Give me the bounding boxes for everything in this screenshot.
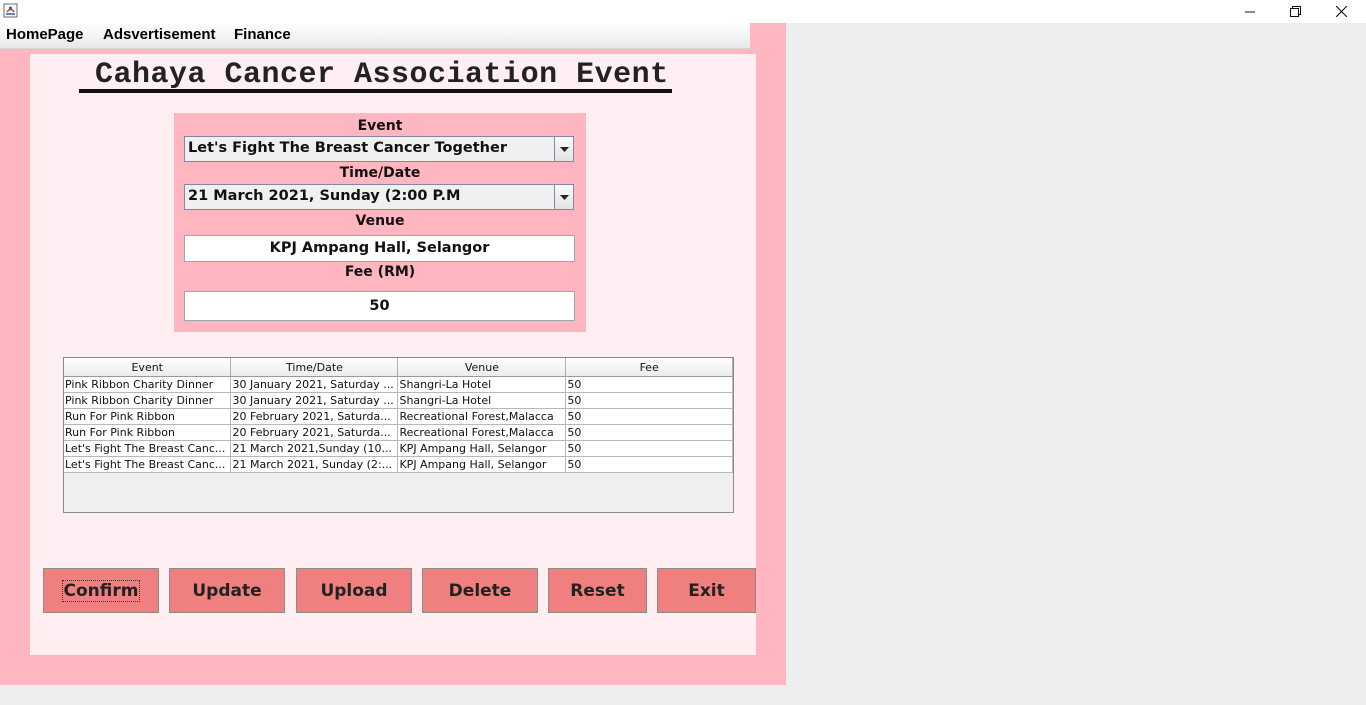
- minimize-icon: [1245, 11, 1255, 12]
- chevron-down-icon: [559, 146, 569, 152]
- confirm-button-label: Confirm: [61, 579, 141, 602]
- close-button[interactable]: [1318, 0, 1364, 23]
- menu-advertisement[interactable]: Adsvertisement: [103, 26, 216, 43]
- table-cell[interactable]: Let's Fight The Breast Canc...: [64, 456, 232, 473]
- table-cell[interactable]: KPJ Ampang Hall, Selangor: [397, 456, 567, 473]
- upload-button[interactable]: Upload: [296, 568, 412, 613]
- table-cell[interactable]: 30 January 2021, Saturday ...: [230, 392, 399, 409]
- upload-button-label: Upload: [320, 580, 388, 601]
- column-header-venue[interactable]: Venue: [397, 358, 567, 377]
- menu-finance[interactable]: Finance: [234, 26, 291, 43]
- table-row[interactable]: Run For Pink Ribbon 20 February 2021, Sa…: [64, 424, 733, 441]
- table-cell[interactable]: Run For Pink Ribbon: [64, 408, 232, 425]
- table-cell[interactable]: 50: [565, 424, 733, 441]
- menu-homepage[interactable]: HomePage: [6, 26, 84, 43]
- events-table-scrollpane[interactable]: Event Time/Date Venue Fee Pink Ribbon Ch…: [63, 357, 734, 513]
- exit-button[interactable]: Exit: [657, 568, 756, 613]
- table-cell[interactable]: 50: [565, 392, 733, 409]
- table-cell[interactable]: Recreational Forest,Malacca: [397, 424, 567, 441]
- column-header-fee[interactable]: Fee: [565, 358, 733, 377]
- restore-button[interactable]: [1272, 0, 1318, 23]
- time-date-dropdown-arrow[interactable]: [554, 185, 573, 209]
- table-cell[interactable]: 20 February 2021, Saturda...: [230, 424, 399, 441]
- time-date-dropdown-value: 21 March 2021, Sunday (2:00 P.M: [188, 188, 461, 204]
- table-cell[interactable]: 21 March 2021,Sunday (10...: [230, 440, 399, 457]
- time-date-label: Time/Date: [339, 165, 421, 181]
- fee-label: Fee (RM): [344, 264, 416, 280]
- fee-field[interactable]: 50: [184, 291, 575, 321]
- exit-button-label: Exit: [688, 580, 725, 601]
- table-cell[interactable]: 21 March 2021, Sunday (2:...: [230, 456, 399, 473]
- page-title: Cahaya Cancer Association Event: [95, 58, 669, 92]
- update-button[interactable]: Update: [169, 568, 285, 613]
- close-icon: [1335, 6, 1347, 17]
- reset-button[interactable]: Reset: [548, 568, 647, 613]
- table-row[interactable]: Pink Ribbon Charity Dinner 30 January 20…: [64, 376, 733, 393]
- table-cell[interactable]: 50: [565, 456, 733, 473]
- title-underline: [79, 89, 672, 93]
- delete-button[interactable]: Delete: [422, 568, 538, 613]
- table-cell[interactable]: Run For Pink Ribbon: [64, 424, 232, 441]
- window-title-bar: [0, 0, 1366, 23]
- column-header-event[interactable]: Event: [64, 358, 232, 377]
- table-cell[interactable]: 50: [565, 440, 733, 457]
- table-cell[interactable]: Pink Ribbon Charity Dinner: [64, 392, 232, 409]
- table-cell[interactable]: 50: [565, 376, 733, 393]
- event-label: Event: [357, 118, 403, 134]
- table-cell[interactable]: Shangri-La Hotel: [397, 392, 567, 409]
- table-cell[interactable]: Let's Fight The Breast Canc...: [64, 440, 232, 457]
- update-button-label: Update: [192, 580, 262, 601]
- java-app-icon: [3, 3, 18, 18]
- column-header-time-date[interactable]: Time/Date: [230, 358, 399, 377]
- time-date-dropdown[interactable]: 21 March 2021, Sunday (2:00 P.M: [184, 184, 574, 210]
- chevron-down-icon: [559, 194, 569, 200]
- confirm-button[interactable]: Confirm: [43, 568, 159, 613]
- venue-label: Venue: [355, 213, 405, 229]
- table-row[interactable]: Run For Pink Ribbon 20 February 2021, Sa…: [64, 408, 733, 425]
- minimize-button[interactable]: [1227, 0, 1273, 23]
- main-panel: Cahaya Cancer Association Event Event Le…: [30, 54, 756, 655]
- table-cell[interactable]: Recreational Forest,Malacca: [397, 408, 567, 425]
- event-form: Event Let's Fight The Breast Cancer Toge…: [174, 113, 586, 332]
- menu-bar: HomePage Adsvertisement Finance: [0, 23, 750, 48]
- table-cell[interactable]: KPJ Ampang Hall, Selangor: [397, 440, 567, 457]
- table-row[interactable]: Pink Ribbon Charity Dinner 30 January 20…: [64, 392, 733, 409]
- table-cell[interactable]: 20 February 2021, Saturda...: [230, 408, 399, 425]
- table-header-row: Event Time/Date Venue Fee: [64, 358, 733, 377]
- restore-icon: [1289, 6, 1301, 17]
- delete-button-label: Delete: [448, 580, 512, 601]
- table-cell[interactable]: 50: [565, 408, 733, 425]
- table-row[interactable]: Let's Fight The Breast Canc... 21 March …: [64, 456, 733, 473]
- event-dropdown-value: Let's Fight The Breast Cancer Together: [188, 140, 507, 156]
- reset-button-label: Reset: [570, 580, 625, 601]
- event-dropdown[interactable]: Let's Fight The Breast Cancer Together: [184, 136, 574, 162]
- event-dropdown-arrow[interactable]: [554, 137, 573, 161]
- table-row[interactable]: Let's Fight The Breast Canc... 21 March …: [64, 440, 733, 457]
- table-cell[interactable]: 30 January 2021, Saturday ...: [230, 376, 399, 393]
- table-cell[interactable]: Pink Ribbon Charity Dinner: [64, 376, 232, 393]
- events-table: Event Time/Date Venue Fee Pink Ribbon Ch…: [64, 358, 733, 473]
- venue-field[interactable]: KPJ Ampang Hall, Selangor: [184, 235, 575, 262]
- table-cell[interactable]: Shangri-La Hotel: [397, 376, 567, 393]
